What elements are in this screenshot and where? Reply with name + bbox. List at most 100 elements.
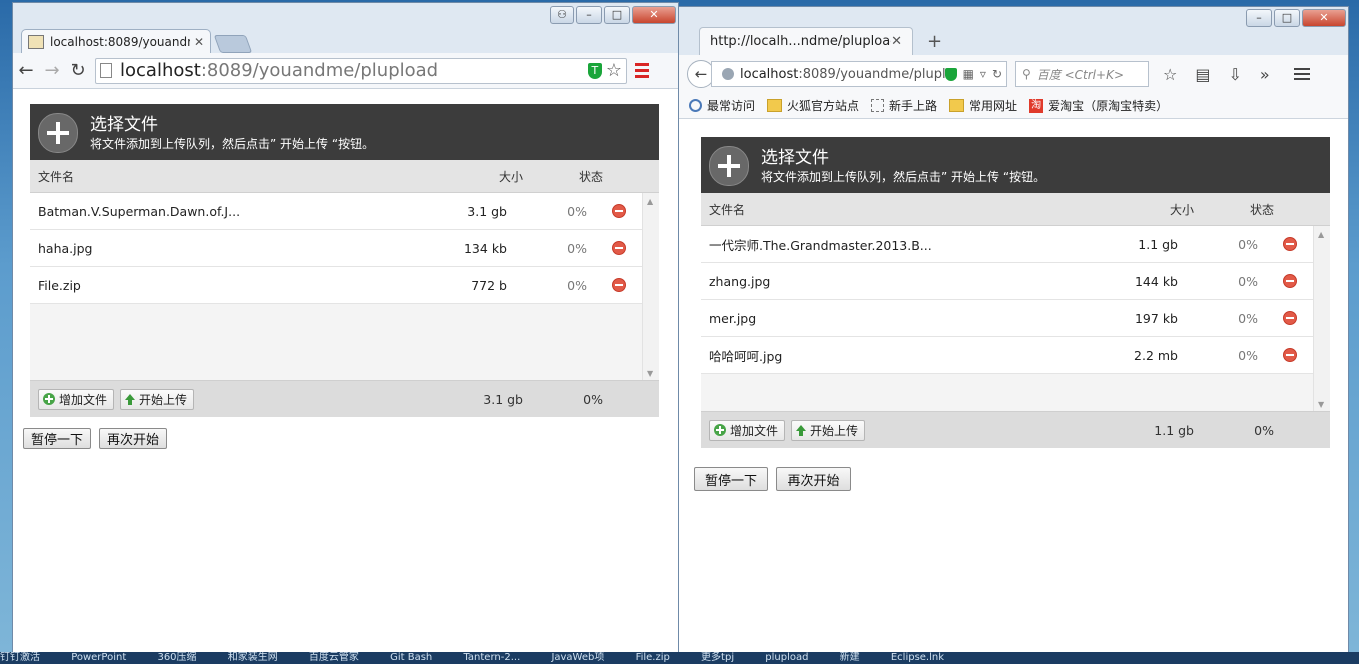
taskbar-item[interactable]: Eclipse.lnk — [891, 652, 944, 664]
remove-file-icon[interactable] — [1283, 274, 1297, 288]
url-path: :8089/youandme/plupload — [200, 60, 439, 81]
user-icon[interactable]: ⚇ — [550, 6, 574, 24]
browser-window-left: ⚇ – □ ✕ localhost:8089/youandme ✕ ← → ↻ … — [12, 2, 679, 654]
bookmark-label: 火狐官方站点 — [787, 99, 860, 113]
scroll-down-icon[interactable]: ▼ — [647, 369, 653, 378]
bookmark-star-icon[interactable]: ☆ — [1163, 65, 1177, 84]
file-status: 0% — [567, 240, 587, 256]
taskbar-item[interactable]: Git Bash — [390, 652, 432, 664]
remove-file-icon[interactable] — [1283, 237, 1297, 251]
file-list-scrollbar[interactable]: ▲ ▼ — [642, 193, 659, 380]
column-name: 文件名 — [709, 202, 746, 217]
qr-code-icon[interactable]: ▦ — [963, 67, 974, 81]
taskbar-item[interactable]: PowerPoint — [71, 652, 126, 664]
start-upload-button[interactable]: 开始上传 — [791, 419, 866, 441]
uploader-footer: 增加文件 开始上传 1.1 gb 0% — [701, 411, 1330, 448]
new-tab-button[interactable] — [213, 35, 253, 53]
restart-button[interactable]: 再次开始 — [776, 467, 851, 491]
restart-button[interactable]: 再次开始 — [99, 428, 167, 449]
tab-active[interactable]: http://localh...ndme/plupload ✕ — [699, 27, 913, 55]
scroll-up-icon[interactable]: ▲ — [647, 197, 653, 206]
file-row: mer.jpg 197 kb 0% — [701, 300, 1314, 337]
pause-button[interactable]: 暂停一下 — [23, 428, 91, 449]
dropdown-arrow-icon[interactable]: ▿ — [980, 67, 986, 81]
back-icon[interactable]: ← — [13, 60, 39, 81]
address-bar[interactable]: localhost:8089/youandme/pluplc ▦ ▿ ↻ — [711, 61, 1007, 87]
taskbar-item[interactable]: 钉钉激活 — [0, 652, 40, 664]
file-list-scrollbar[interactable]: ▲ ▼ — [1313, 226, 1330, 411]
reading-list-icon[interactable]: ▤ — [1195, 65, 1210, 84]
shield-icon[interactable]: T — [587, 62, 602, 79]
bookmark-label: 常用网址 — [969, 99, 1018, 113]
taskbar-item[interactable]: 百度云管家 — [309, 652, 359, 664]
new-tab-icon[interactable]: + — [927, 31, 942, 52]
bookmark-item[interactable]: 常用网址 — [949, 97, 1017, 114]
bookmark-item[interactable]: 火狐官方站点 — [767, 97, 859, 114]
file-list[interactable]: Batman.V.Superman.Dawn.of.J... 3.1 gb 0%… — [30, 193, 659, 380]
menu-icon[interactable] — [635, 63, 649, 78]
add-files-button[interactable]: 增加文件 — [709, 419, 786, 441]
uploader-header: 选择文件 将文件添加到上传队列，然后点击” 开始上传 “按钮。 — [30, 104, 659, 160]
taskbar-item[interactable]: JavaWeb项 — [551, 652, 604, 664]
file-list[interactable]: 一代宗师.The.Grandmaster.2013.B... 1.1 gb 0%… — [701, 226, 1330, 411]
forward-icon[interactable]: → — [39, 60, 65, 81]
start-upload-button[interactable]: 开始上传 — [120, 388, 195, 410]
dashed-icon — [871, 99, 885, 112]
site-identity-icon[interactable] — [722, 68, 734, 80]
remove-file-icon[interactable] — [612, 241, 626, 255]
maximize-button[interactable]: □ — [604, 6, 630, 24]
close-button[interactable]: ✕ — [632, 6, 676, 24]
remove-file-icon[interactable] — [612, 204, 626, 218]
shield-icon[interactable] — [944, 67, 957, 81]
tab-active[interactable]: localhost:8089/youandme ✕ — [21, 29, 211, 53]
reload-icon[interactable]: ↻ — [65, 60, 91, 81]
file-name: mer.jpg — [709, 310, 757, 326]
remove-file-icon[interactable] — [1283, 348, 1297, 362]
menu-icon[interactable] — [1293, 68, 1310, 80]
bookmark-item[interactable]: 淘爱淘宝（原淘宝特卖） — [1029, 97, 1168, 114]
minimize-button[interactable]: – — [576, 6, 602, 24]
uploader-subtitle: 将文件添加到上传队列，然后点击” 开始上传 “按钮。 — [90, 137, 375, 151]
remove-file-icon[interactable] — [1283, 311, 1297, 325]
file-status: 0% — [1238, 236, 1258, 252]
minimize-button[interactable]: – — [1246, 9, 1272, 27]
add-files-button[interactable]: 增加文件 — [38, 388, 115, 410]
bookmark-item[interactable]: 最常访问 — [689, 97, 755, 114]
close-button[interactable]: ✕ — [1302, 9, 1346, 27]
file-name: zhang.jpg — [709, 273, 771, 289]
remove-file-icon[interactable] — [612, 278, 626, 292]
file-size: 144 kb — [1134, 273, 1178, 289]
browser-toolbar: ← → ↻ localhost :8089/youandme/plupload … — [13, 53, 678, 89]
reload-icon[interactable]: ↻ — [992, 67, 1002, 81]
taskbar-item[interactable]: Tantern-2... — [463, 652, 520, 664]
search-input[interactable]: ⚲ 百度 <Ctrl+K> — [1015, 61, 1149, 87]
taskbar-item[interactable]: 更多tpj — [701, 652, 734, 664]
url-host: localhost — [740, 66, 799, 82]
scroll-down-icon[interactable]: ▼ — [1318, 400, 1324, 409]
search-placeholder: 百度 <Ctrl+K> — [1036, 67, 1124, 82]
maximize-button[interactable]: □ — [1274, 9, 1300, 27]
column-size: 大小 — [1169, 202, 1194, 217]
overflow-icon[interactable]: » — [1260, 65, 1270, 84]
taskbar-item[interactable]: 360压缩 — [157, 652, 196, 664]
pause-button[interactable]: 暂停一下 — [694, 467, 768, 491]
bookmark-label: 最常访问 — [707, 99, 756, 113]
bookmark-label: 爱淘宝（原淘宝特卖） — [1048, 99, 1169, 113]
taskbar-item[interactable]: 和家装生网 — [228, 652, 278, 664]
download-icon[interactable]: ⇩ — [1228, 65, 1241, 84]
taskbar-item[interactable]: 新建 — [840, 652, 860, 664]
page-content: 选择文件 将文件添加到上传队列，然后点击” 开始上传 “按钮。 文件名 大小 状… — [13, 89, 678, 654]
tab-strip: localhost:8089/youandme ✕ — [21, 27, 253, 53]
bookmark-star-icon[interactable]: ☆ — [606, 60, 622, 81]
address-bar[interactable]: localhost :8089/youandme/plupload T ☆ — [95, 57, 627, 84]
file-list-header: 文件名 大小 状态 — [701, 193, 1330, 226]
taskbar-item[interactable]: plupload — [765, 652, 808, 664]
tab-close-icon[interactable]: ✕ — [194, 35, 204, 49]
tab-close-icon[interactable]: ✕ — [891, 34, 902, 49]
window-controls: – □ ✕ — [1246, 9, 1346, 27]
scroll-up-icon[interactable]: ▲ — [1318, 230, 1324, 239]
bookmark-item[interactable]: 新手上路 — [871, 97, 937, 114]
add-files-label: 增加文件 — [730, 423, 779, 438]
taskbar-item[interactable]: File.zip — [636, 652, 670, 664]
column-size: 大小 — [498, 169, 523, 184]
